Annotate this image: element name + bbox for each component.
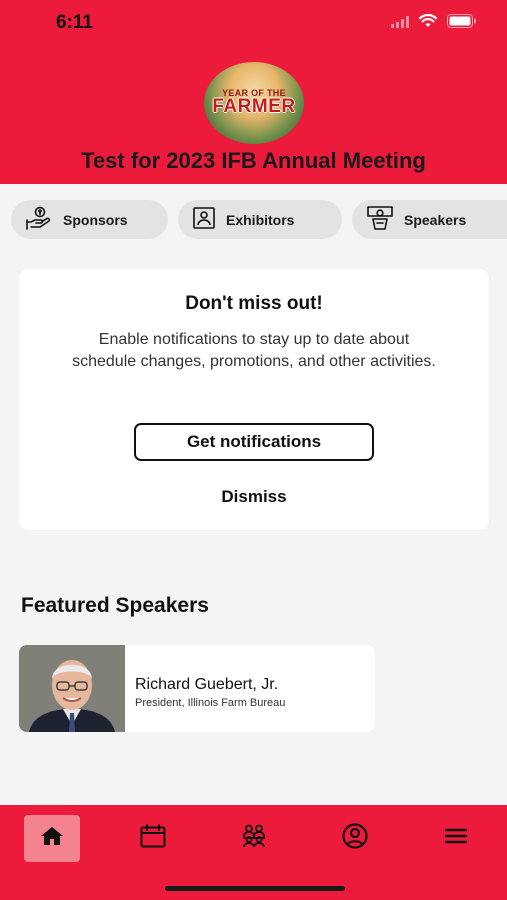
speakers-button[interactable]: Speakers <box>352 200 507 239</box>
speaker-role: President, Illinois Farm Bureau <box>135 697 286 709</box>
get-notifications-button[interactable]: Get notifications <box>134 423 374 461</box>
featured-speakers-heading: Featured Speakers <box>21 594 209 617</box>
profile-icon <box>342 823 368 854</box>
tab-profile[interactable] <box>327 815 383 862</box>
exhibitors-label: Exhibitors <box>226 211 295 228</box>
exhibitors-button[interactable]: Exhibitors <box>178 200 342 239</box>
sponsors-label: Sponsors <box>63 211 128 228</box>
card-title: Don't miss out! <box>185 293 323 314</box>
home-indicator <box>165 886 345 891</box>
home-icon <box>40 825 64 852</box>
tab-menu[interactable] <box>428 815 484 862</box>
speaker-name: Richard Guebert, Jr. <box>135 676 279 693</box>
sponsor-hand-icon <box>11 206 63 233</box>
tab-home[interactable] <box>24 815 80 862</box>
exhibitor-badge-icon <box>178 206 226 233</box>
event-title: Test for 2023 IFB Annual Meeting <box>81 148 426 173</box>
logo-wordmark: FARMER <box>212 96 296 117</box>
event-logo: YEAR OF THE FARMER <box>204 62 304 144</box>
menu-icon <box>444 828 468 849</box>
speaker-card[interactable]: Richard Guebert, Jr. President, Illinois… <box>19 645 375 732</box>
tab-schedule[interactable] <box>125 815 181 862</box>
card-body: Enable notifications to stay up to date … <box>72 331 436 370</box>
speaker-photo <box>19 645 125 732</box>
tab-attendees[interactable] <box>226 815 282 862</box>
sponsors-button[interactable]: Sponsors <box>11 200 168 239</box>
people-icon <box>241 824 267 853</box>
speaker-podium-icon <box>352 205 404 234</box>
cellular-signal-icon <box>391 15 409 33</box>
calendar-icon <box>140 824 166 853</box>
battery-icon <box>447 14 477 33</box>
status-icons <box>391 13 477 33</box>
speakers-label: Speakers <box>404 211 467 228</box>
status-bar: 6:11 <box>0 0 507 48</box>
status-time: 6:11 <box>56 12 93 33</box>
quick-links: Sponsors Exhibitors Speakers <box>0 200 507 240</box>
notification-prompt-card: Don't miss out! Enable notifications to … <box>19 269 489 530</box>
app-header: 6:11 YEAR OF THE FARMER Test for 2023 IF… <box>0 0 507 184</box>
dismiss-button[interactable]: Dismiss <box>19 487 489 507</box>
wifi-icon <box>418 13 438 33</box>
